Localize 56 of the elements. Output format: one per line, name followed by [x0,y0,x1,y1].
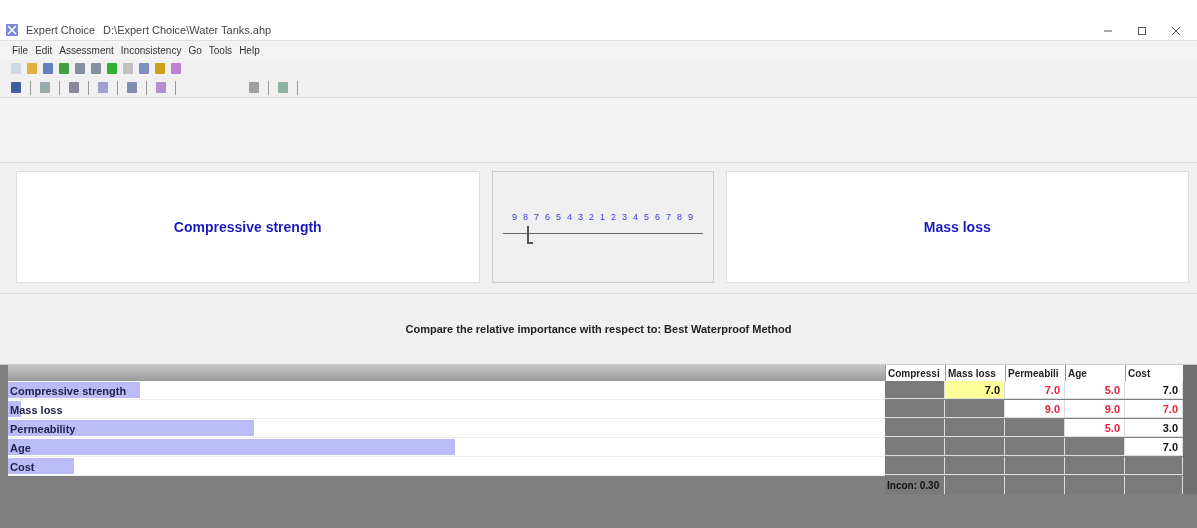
scale-number: 7 [665,212,672,222]
menu-item[interactable]: Edit [35,44,53,56]
inconsistency-ratio: Incon: 0.30 [886,479,940,491]
scale-number: 9 [511,212,518,222]
matrix-cell[interactable]: 5.0 [1065,381,1125,399]
matrix-cell[interactable]: 9.0 [1065,400,1125,418]
maximize-icon[interactable] [1137,26,1147,36]
column-header: Compressi [885,365,945,381]
scale-number: 9 [687,212,694,222]
scale-number: 2 [588,212,595,222]
slider-thumb[interactable] [527,226,533,244]
matrix-cell[interactable]: 9.0 [1005,400,1065,418]
column-header: Permeabili [1005,365,1065,381]
matrix-cell[interactable]: 7.0 [1125,438,1183,456]
app-title: Expert Choice [26,24,96,36]
scale-number: 5 [643,212,650,222]
menu-item[interactable]: Inconsistency [120,44,182,56]
row-label[interactable]: Age [8,442,31,454]
matrix-cell[interactable]: 7.0 [1125,400,1183,418]
matrix-cell[interactable]: 3.0 [1125,419,1183,437]
row-label[interactable]: Cost [8,461,35,473]
scale-number: 3 [577,212,584,222]
scale-number: 4 [566,212,573,222]
column-header: Cost [1125,365,1183,381]
comparison-prompt: Compare the relative importance with respect to: Best Waterproof Method [405,323,792,335]
scale-number: 5 [555,212,562,222]
comparison-slider[interactable] [502,226,703,242]
scrollbar[interactable] [1183,365,1197,494]
column-header: Mass loss [945,365,1005,381]
app-icon [6,24,18,36]
matrix-cell[interactable]: 7.0 [1005,381,1065,399]
scale-number: 8 [676,212,683,222]
matrix-cell[interactable]: 7.0 [945,381,1005,399]
column-header: Age [1065,365,1125,381]
matrix-cell[interactable]: 7.0 [1125,381,1183,399]
menu-item[interactable]: Tools [208,44,233,56]
row-label[interactable]: Permeability [8,423,76,435]
scale-number: 6 [654,212,661,222]
row-label[interactable]: Mass loss [8,404,63,416]
menu-item[interactable]: Go [188,44,202,56]
scale-number: 2 [610,212,617,222]
scale-number: 7 [533,212,540,222]
scale-number: 4 [632,212,639,222]
row-label[interactable]: Compressive strength [8,385,127,397]
left-criterion: Compressive strength [16,171,480,283]
scale-number: 8 [522,212,529,222]
menu-item[interactable]: Assessment [59,44,114,56]
scale-number: 6 [544,212,551,222]
matrix-cell[interactable]: 5.0 [1065,419,1125,437]
scale-number: 1 [599,212,606,222]
menu-item[interactable]: File [12,44,29,56]
scale-number: 3 [621,212,628,222]
close-icon[interactable] [1171,26,1181,36]
menu-item[interactable]: Help [239,44,260,56]
file-path: D:\Expert Choice\Water Tanks.ahp [103,24,272,36]
right-criterion: Mass loss [725,171,1189,283]
